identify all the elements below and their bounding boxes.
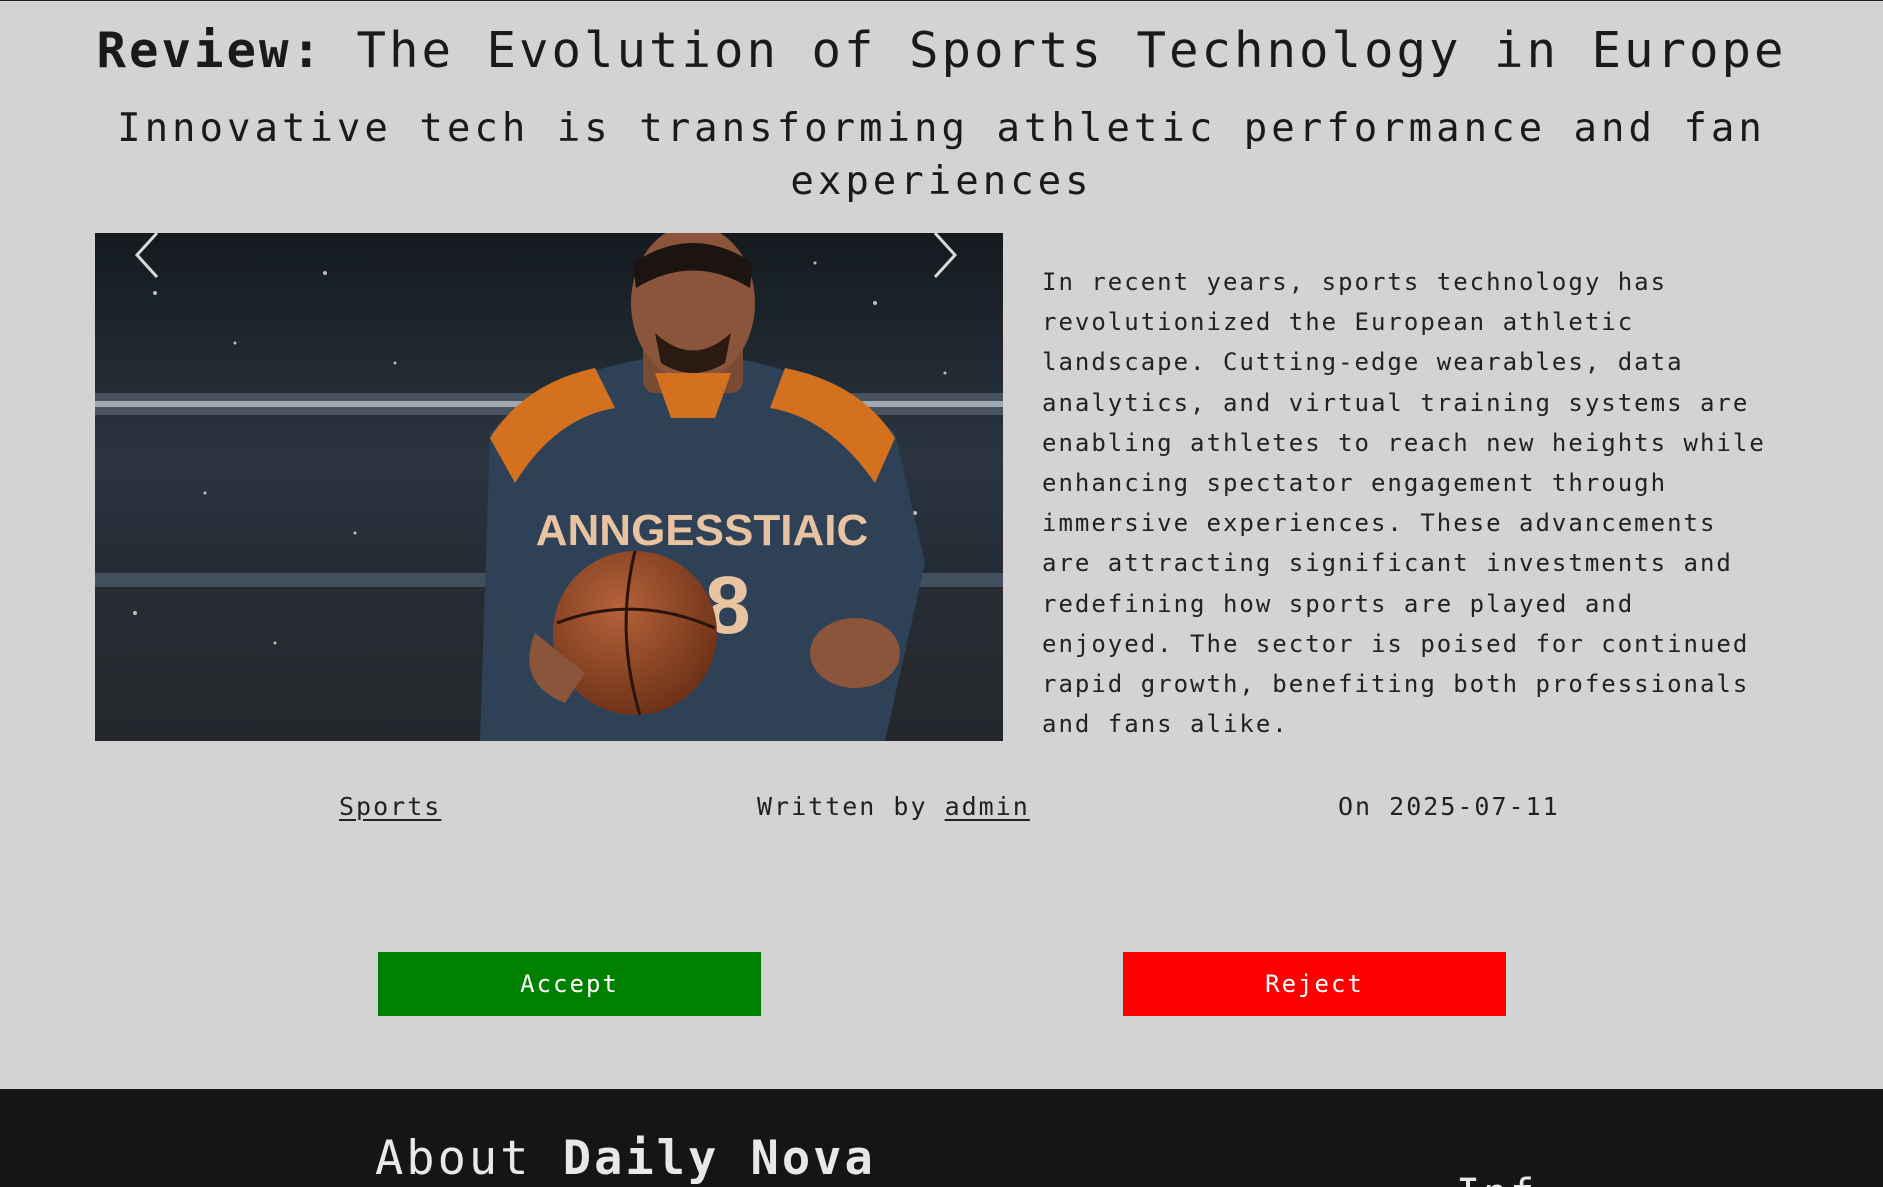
carousel-next-button[interactable]: [925, 225, 965, 285]
jersey-text: ANNGESSTIAIC: [536, 506, 868, 555]
title-text: The Evolution of Sports Technology in Eu…: [356, 22, 1787, 79]
footer-brand: Daily Nova: [562, 1131, 876, 1186]
date-label: On: [1338, 792, 1373, 821]
date-value: 2025-07-11: [1389, 792, 1560, 821]
chevron-left-icon: [134, 231, 159, 279]
chevron-right-icon: [933, 231, 958, 279]
carousel-prev-button[interactable]: [127, 225, 167, 285]
top-border: [0, 0, 1883, 1]
meta-author: Written by admin: [757, 792, 1030, 821]
title-prefix: Review:: [96, 22, 324, 79]
article-image: ANNGESSTIAIC 18: [95, 233, 1003, 741]
footer-about-heading: About Daily Nova: [375, 1131, 876, 1186]
written-by-label: Written by: [757, 792, 928, 821]
article-header: Review: The Evolution of Sports Technolo…: [0, 22, 1883, 79]
footer-about-label: About: [375, 1131, 532, 1186]
footer-info-heading: Inf: [1456, 1171, 1537, 1187]
author-link[interactable]: admin: [945, 792, 1030, 821]
page-subtitle: Innovative tech is transforming athletic…: [117, 106, 1766, 204]
page-title: Review: The Evolution of Sports Technolo…: [0, 22, 1883, 79]
image-carousel[interactable]: ANNGESSTIAIC 18: [95, 233, 1003, 741]
reject-button[interactable]: Reject: [1123, 952, 1506, 1016]
meta-date: On 2025-07-11: [1338, 792, 1560, 821]
article-body: In recent years, sports technology has r…: [1042, 268, 1766, 739]
category-link[interactable]: Sports: [339, 792, 441, 821]
accept-button[interactable]: Accept: [378, 952, 761, 1016]
footer: About Daily Nova Inf: [0, 1089, 1883, 1187]
meta-category: Sports: [339, 792, 441, 821]
